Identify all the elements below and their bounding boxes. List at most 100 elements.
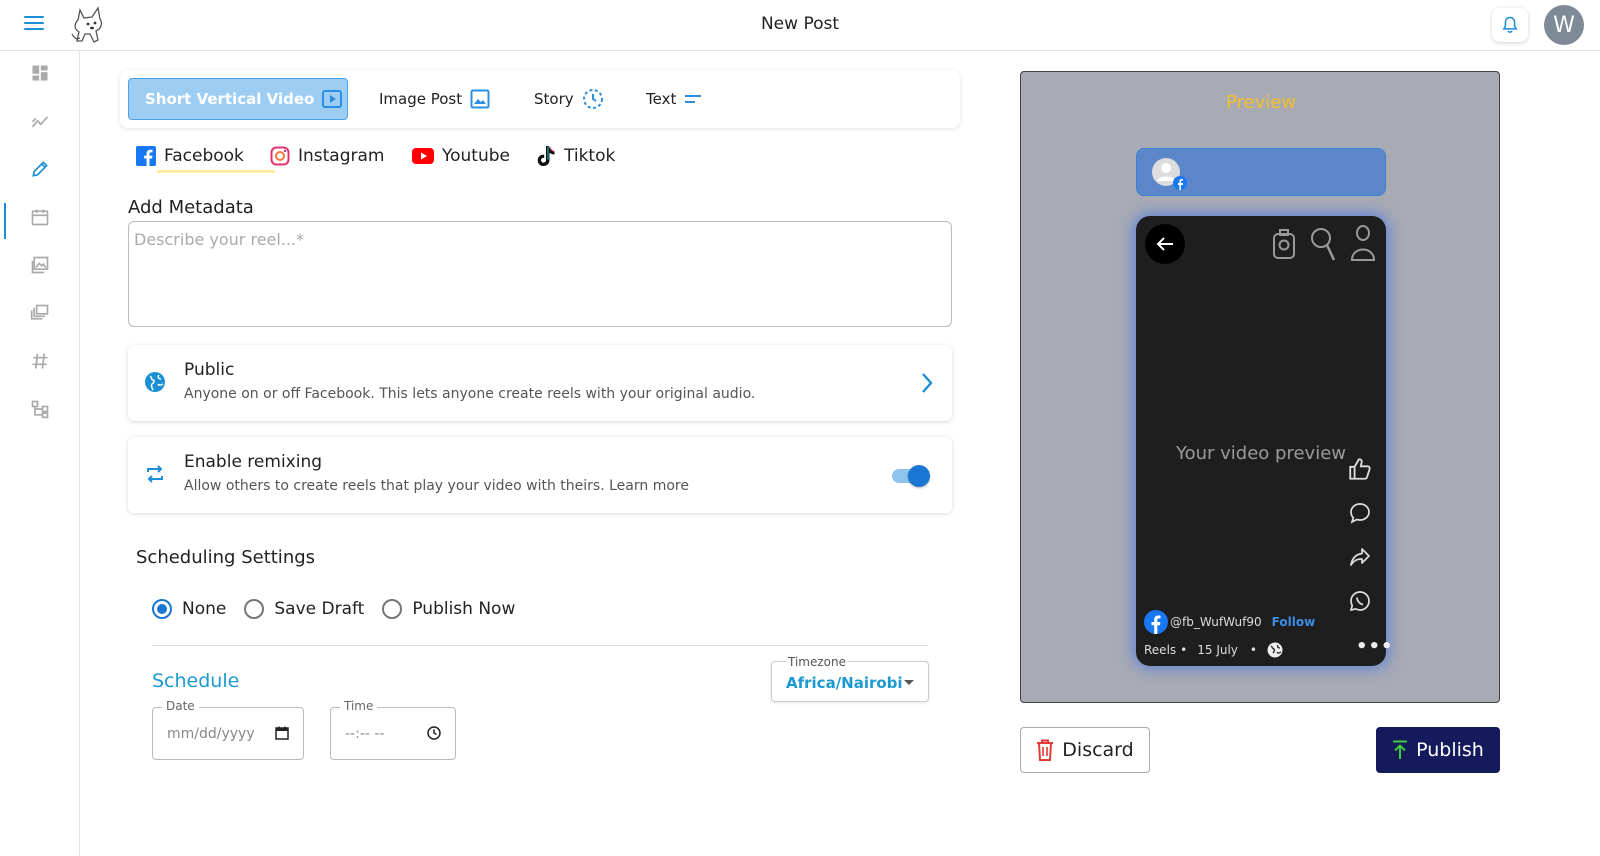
- timezone-value: Africa/Nairobi: [786, 674, 903, 692]
- tab-text[interactable]: Text: [646, 78, 702, 120]
- date-field[interactable]: Date mm/dd/yyyy: [152, 699, 304, 760]
- remix-toggle[interactable]: [890, 465, 930, 487]
- preview-username: @fb_WufWuf90: [1170, 615, 1262, 629]
- time-field[interactable]: Time --:-- --: [330, 699, 456, 760]
- preview-user-line: @fb_WufWuf90 Follow: [1144, 610, 1315, 634]
- preview-panel: Preview Your video preview @fb_WufWuf90 …: [1020, 71, 1500, 703]
- share-icon[interactable]: [1348, 545, 1372, 569]
- tab-label: Text: [646, 90, 677, 108]
- analytics-icon: [31, 116, 49, 128]
- dropdown-caret-icon: [904, 680, 914, 685]
- like-icon[interactable]: [1347, 456, 1373, 482]
- tab-tiktok[interactable]: Tiktok: [536, 138, 615, 174]
- remix-title: Enable remixing: [184, 452, 323, 472]
- schedule-heading: Schedule: [152, 670, 240, 692]
- tab-instagram[interactable]: Instagram: [270, 138, 385, 174]
- back-arrow-icon[interactable]: [1145, 224, 1185, 264]
- instagram-icon: [270, 146, 290, 166]
- tab-label: Story: [534, 90, 574, 108]
- preview-date: 15 July: [1197, 643, 1238, 657]
- sidebar-item-gallery[interactable]: [20, 245, 60, 285]
- timezone-label: Timezone: [786, 655, 848, 669]
- sidebar-active-indicator: [4, 203, 6, 239]
- comment-icon[interactable]: [1348, 501, 1372, 525]
- user-avatar[interactable]: W: [1544, 5, 1584, 45]
- image-icon: [470, 89, 490, 109]
- follow-link[interactable]: Follow: [1272, 615, 1316, 629]
- sidebar-item-create-post[interactable]: [20, 149, 60, 189]
- publish-button[interactable]: Publish: [1376, 727, 1500, 773]
- radio-label-publish-now: Publish Now: [412, 599, 516, 619]
- remix-description: Allow others to create reels that play y…: [184, 478, 689, 494]
- whatsapp-icon[interactable]: [1348, 589, 1372, 613]
- date-placeholder: mm/dd/yyyy: [167, 726, 255, 742]
- date-label: Date: [162, 699, 199, 713]
- radio-save-draft[interactable]: [244, 599, 265, 619]
- facebook-icon: [136, 146, 156, 166]
- phone-preview: Your video preview @fb_WufWuf90 Follow R…: [1136, 216, 1393, 666]
- tab-image-post[interactable]: Image Post: [379, 78, 490, 120]
- sidebar-item-library[interactable]: [20, 293, 60, 333]
- story-icon: [582, 89, 603, 109]
- edit-icon: [32, 161, 48, 177]
- scheduling-options: None Save Draft Publish Now: [152, 597, 515, 621]
- notification-button[interactable]: [1492, 8, 1528, 42]
- youtube-icon: [412, 148, 434, 164]
- time-label: Time: [340, 699, 378, 713]
- discard-button[interactable]: Discard: [1020, 727, 1150, 773]
- tab-label: Tiktok: [564, 146, 616, 166]
- tab-facebook[interactable]: Facebook: [136, 138, 244, 174]
- divider: [152, 645, 928, 646]
- radio-label-none: None: [182, 599, 227, 619]
- platform-tab-indicator: [157, 170, 275, 173]
- sidebar-item-dashboard[interactable]: [20, 53, 60, 93]
- post-type-tabs: Short Vertical Video Image Post Story Te…: [120, 70, 960, 128]
- more-options-icon[interactable]: •••: [1356, 636, 1394, 657]
- tab-label: Facebook: [164, 146, 244, 166]
- sidebar-item-calendar[interactable]: [20, 197, 60, 237]
- calendar-picker-icon[interactable]: [275, 726, 289, 740]
- radio-none[interactable]: [152, 599, 172, 619]
- profile-placeholder-icon: [1152, 158, 1187, 190]
- tab-story[interactable]: Story: [534, 78, 604, 120]
- profile-icon: [1350, 225, 1376, 261]
- gallery-icon: [31, 256, 49, 274]
- tab-youtube[interactable]: Youtube: [412, 138, 510, 174]
- caption-placeholder: Describe your reel...*: [134, 230, 305, 249]
- library-icon: [30, 304, 49, 320]
- remix-icon: [147, 465, 163, 483]
- sidebar-item-workflow[interactable]: [20, 389, 60, 429]
- time-placeholder: --:-- --: [345, 726, 385, 742]
- sidebar: [0, 51, 80, 856]
- audience-title: Public: [184, 360, 235, 380]
- timezone-select[interactable]: Timezone Africa/Nairobi: [771, 655, 929, 702]
- caption-textarea[interactable]: Describe your reel...*: [128, 221, 952, 327]
- preview-reels-label: Reels: [1144, 643, 1177, 657]
- preview-title: Preview: [1225, 92, 1297, 113]
- upload-icon: [1393, 740, 1408, 759]
- facebook-icon: [1144, 610, 1168, 634]
- tab-label: Youtube: [442, 146, 510, 166]
- separator-dot: •: [1249, 643, 1257, 657]
- preview-account-header: [1136, 148, 1386, 196]
- remix-card: Enable remixing Allow others to create r…: [128, 437, 952, 513]
- sidebar-item-hashtags[interactable]: [20, 341, 60, 381]
- tab-short-vertical-video[interactable]: Short Vertical Video: [128, 78, 348, 120]
- radio-publish-now[interactable]: [382, 599, 403, 619]
- sidebar-item-analytics[interactable]: [20, 101, 60, 141]
- camera-icon: [1273, 229, 1295, 259]
- workflow-icon: [31, 400, 49, 419]
- page-title: New Post: [760, 14, 840, 34]
- audience-description: Anyone on or off Facebook. This lets any…: [184, 386, 756, 402]
- metadata-heading: Add Metadata: [128, 197, 254, 218]
- audience-card[interactable]: Public Anyone on or off Facebook. This l…: [128, 345, 952, 421]
- chevron-right-icon: [922, 373, 933, 393]
- radio-label-save-draft: Save Draft: [274, 599, 365, 619]
- top-bar: New Post W: [0, 0, 1600, 51]
- tab-label: Image Post: [379, 90, 463, 108]
- scheduling-heading: Scheduling Settings: [136, 547, 316, 568]
- clock-icon[interactable]: [427, 726, 441, 740]
- globe-icon: [1267, 642, 1283, 658]
- video-icon: [322, 90, 343, 108]
- search-icon: [1311, 228, 1336, 261]
